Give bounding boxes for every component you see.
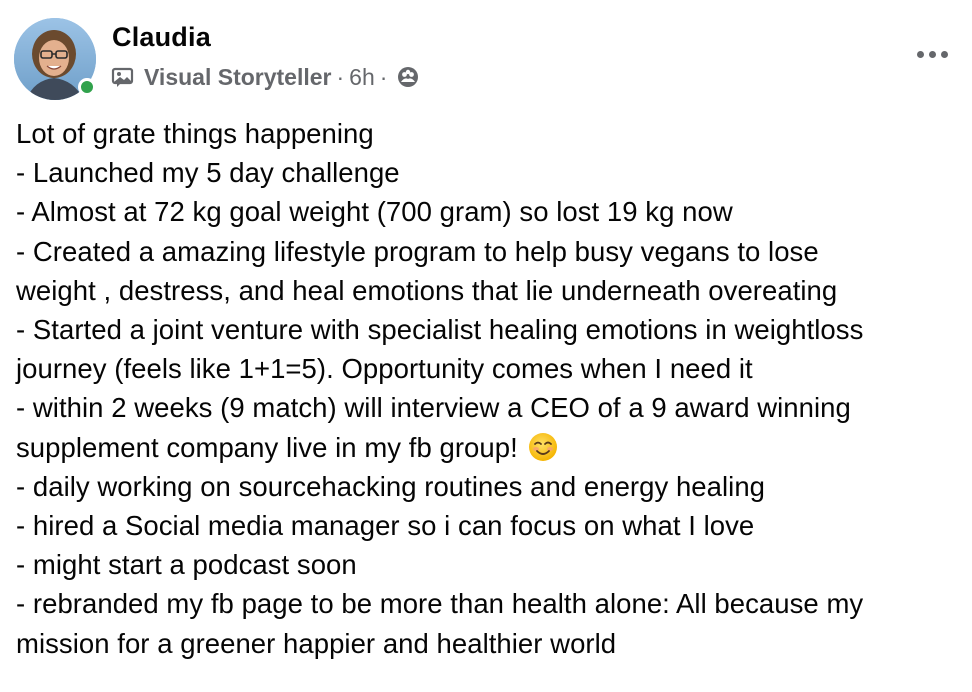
post-timestamp[interactable]: 6h	[349, 64, 375, 91]
post-text-line: supplement company live in my fb group!	[16, 428, 956, 467]
meta-separator: ·	[379, 63, 388, 90]
facebook-post: Claudia Visual Storyteller · 6h · Lot of…	[0, 0, 972, 692]
post-text-line: - hired a Social media manager so i can …	[16, 510, 755, 542]
more-options-icon	[916, 50, 924, 58]
friends-icon[interactable]	[396, 65, 420, 89]
post-text-line: - rebranded my fb page to be more than h…	[16, 588, 864, 620]
post-body: Lot of grate things happening - Launched…	[16, 114, 956, 663]
post-text-line: - Started a joint venture with specialis…	[16, 314, 864, 346]
post-text-line: journey (feels like 1+1=5). Opportunity …	[16, 353, 753, 385]
smiling-face-emoji	[528, 432, 558, 462]
post-text-segment: supplement company live in my fb group!	[16, 431, 518, 463]
post-text-line: - might start a podcast soon	[16, 549, 357, 581]
post-meta: Visual Storyteller · 6h ·	[110, 62, 420, 92]
meta-separator: ·	[336, 63, 345, 90]
online-status-dot	[78, 78, 96, 96]
avatar[interactable]	[14, 18, 96, 100]
badge-label[interactable]: Visual Storyteller	[144, 64, 332, 91]
post-text-line: - Launched my 5 day challenge	[16, 157, 400, 189]
author-name[interactable]: Claudia	[112, 22, 211, 53]
post-text-line: - Almost at 72 kg goal weight (700 gram)…	[16, 196, 733, 228]
more-options-button[interactable]	[910, 38, 954, 70]
post-text-line: - daily working on sourcehacking routine…	[16, 470, 766, 502]
post-text-line: Lot of grate things happening	[16, 118, 374, 149]
post-header: Claudia Visual Storyteller · 6h ·	[14, 18, 958, 102]
picture-badge-icon	[110, 64, 136, 90]
post-text-line: mission for a greener happier and health…	[16, 627, 617, 659]
post-text-line: - within 2 weeks (9 match) will intervie…	[16, 392, 851, 424]
post-text-line: weight , destress, and heal emotions tha…	[16, 274, 838, 306]
post-text-line: - Created a amazing lifestyle program to…	[16, 235, 819, 267]
